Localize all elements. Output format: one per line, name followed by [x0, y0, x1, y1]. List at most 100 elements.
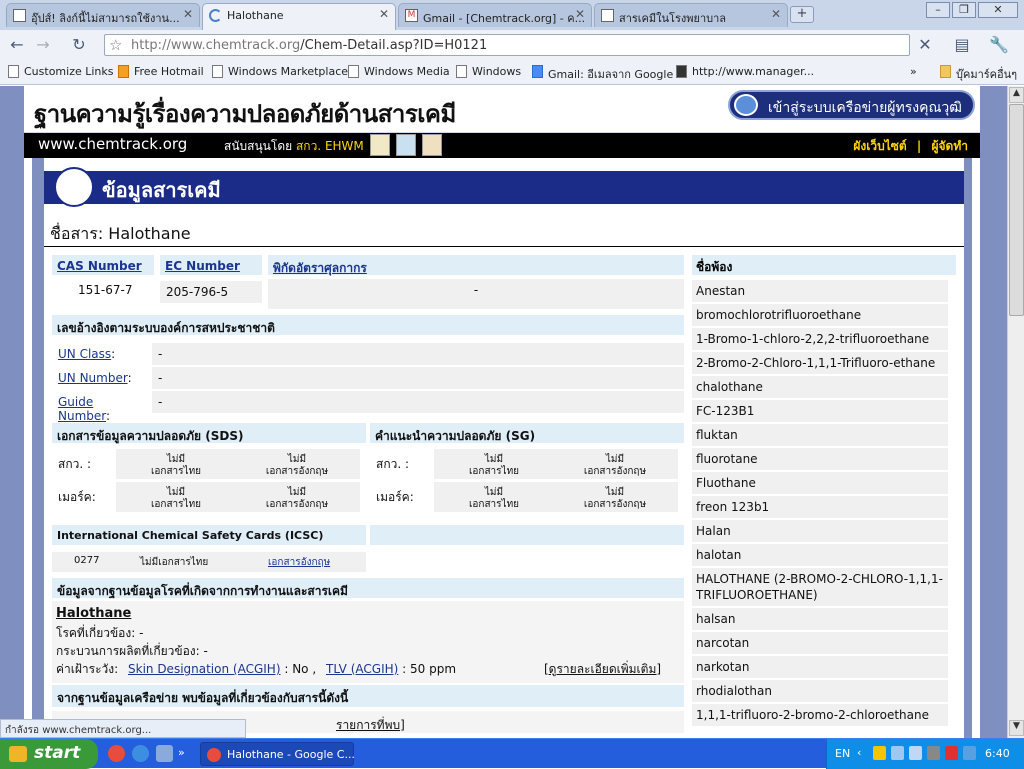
bookmark-gmail[interactable]: Gmail: อีเมลจาก Google [530, 65, 673, 83]
close-icon[interactable]: ✕ [379, 7, 389, 21]
close-icon[interactable]: ✕ [183, 7, 193, 21]
tab-hospital-chemicals[interactable]: สารเคมีในโรงพยาบาล ✕ [594, 3, 788, 27]
forward-button[interactable]: → [32, 35, 54, 55]
occ-heading: ข้อมูลจากฐานข้อมูลโรคที่เกิดจากการทำงานแ… [52, 578, 684, 598]
sponsor-logo-3 [422, 134, 442, 156]
customs-header: พิกัดอัตราศุลกากร [268, 255, 684, 275]
stop-button[interactable]: ✕ [914, 35, 936, 55]
bookmark-windows[interactable]: Windows [454, 65, 521, 78]
bookmarks-overflow-icon[interactable]: » [910, 65, 917, 78]
customs-code-link[interactable]: พิกัดอัตราศุลกากร [273, 261, 367, 275]
network-results-link[interactable]: รายการที่พบ] [336, 716, 405, 735]
expert-network-login-button[interactable]: เข้าสู่ระบบเครือข่ายผู้ทรงคุณวุฒิ [728, 90, 975, 120]
wrench-icon[interactable]: 🔧 [984, 35, 1014, 55]
un-class-link[interactable]: UN Class [58, 347, 111, 361]
google-icon [532, 65, 543, 78]
bookmark-manager[interactable]: http://www.manager... [674, 65, 814, 78]
chemical-info-banner: ข้อมูลสารเคมี [44, 167, 964, 207]
chrome-icon[interactable] [108, 745, 125, 762]
icsc-heading: International Chemical Safety Cards (ICS… [52, 525, 366, 545]
new-tab-button[interactable]: + [790, 6, 814, 23]
synonym-item: narkotan [692, 656, 948, 678]
un-number-link[interactable]: UN Number [58, 371, 128, 385]
star-icon[interactable]: ☆ [109, 36, 122, 54]
skin-designation-link[interactable]: Skin Designation (ACGIH) [128, 662, 281, 676]
more-details-link[interactable]: [ดูรายละเอียดเพิ่มเติม] [544, 660, 661, 679]
tab-halothane[interactable]: Halothane ✕ [202, 3, 396, 30]
bookmark-free-hotmail[interactable]: Free Hotmail [116, 65, 204, 78]
tab-gmail[interactable]: M Gmail - [Chemtrack.org] - ค... ✕ [398, 3, 592, 27]
icsc-thai: ไม่มีเอกสารไทย [140, 557, 209, 568]
bookmark-customize-links[interactable]: Customize Links [6, 65, 114, 78]
close-icon[interactable]: ✕ [771, 7, 781, 21]
ec-number-link[interactable]: EC Number [165, 259, 240, 273]
gmail-icon: M [405, 9, 418, 22]
synonym-item: fluorotane [692, 448, 948, 470]
close-window-button[interactable]: ✕ [978, 2, 1018, 18]
page-menu-icon[interactable]: ▤ [948, 35, 976, 55]
back-button[interactable]: ← [6, 35, 28, 55]
quicklaunch-overflow-icon[interactable]: » [178, 746, 185, 759]
synonym-item: narcotan [692, 632, 948, 654]
content-panel: ข้อมูลสารเคมี ชื่อสาร: Halothane CAS Num… [44, 158, 964, 738]
sg-row1-thai: ไม่มี เอกสารไทย [468, 454, 520, 477]
guide-number-label-cell: Guide Number: [52, 391, 148, 423]
loading-icon [209, 9, 222, 22]
guide-number-link[interactable]: Guide Number [58, 395, 106, 423]
page-icon [8, 65, 19, 78]
ie-icon[interactable] [132, 745, 149, 762]
scroll-thumb[interactable] [1009, 104, 1024, 316]
tab-error-page[interactable]: อุ๊ปส์! ลิงก์นี้ไม่สามารถใช้งาน... ✕ [6, 3, 200, 27]
site-page: ฐานความรู้เรื่องความปลอดภัยด้านสารเคมี เ… [24, 86, 980, 738]
ec-value: 205-796-5 [160, 281, 262, 303]
synonym-item: FC-123B1 [692, 400, 948, 422]
site-nav-bar: www.chemtrack.org สนับสนุนโดย สกว. EHWM … [24, 133, 980, 158]
un-number-label-cell: UN Number: [52, 367, 148, 389]
substance-name: ชื่อสาร: Halothane [50, 224, 191, 243]
tlv-link[interactable]: TLV (ACGIH) [326, 662, 398, 676]
icsc-row: 0277 ไม่มีเอกสารไทย เอกสารอังกฤษ [52, 552, 366, 572]
browser-toolbar: ← → ↻ ☆ http://www.chemtrack.org/Chem-De… [0, 30, 1024, 60]
tray-expand-icon[interactable]: ‹ [857, 746, 861, 759]
network-icon[interactable] [891, 746, 904, 760]
synonym-item: halsan [692, 608, 948, 630]
minimize-button[interactable]: – [926, 2, 950, 18]
cas-value: 151-67-7 [52, 279, 154, 305]
scroll-down-icon[interactable]: ▼ [1009, 720, 1024, 736]
synonym-item: Anestan [692, 280, 948, 302]
cas-number-link[interactable]: CAS Number [57, 259, 142, 273]
bookmark-other[interactable]: บุ๊คมาร์คอื่นๆ [938, 65, 1017, 83]
page-scrollbar[interactable]: ▲ ▼ [1007, 86, 1024, 738]
occ-halothane-link[interactable]: Halothane [56, 606, 131, 621]
display-icon[interactable] [909, 746, 922, 760]
shield-icon[interactable] [873, 746, 886, 760]
language-indicator[interactable]: EN [835, 747, 850, 760]
scroll-up-icon[interactable]: ▲ [1009, 87, 1024, 103]
synonym-item: Halan [692, 520, 948, 542]
sds-row1-english: ไม่มี เอกสารอังกฤษ [265, 454, 329, 477]
bookmark-windows-media[interactable]: Windows Media [346, 65, 450, 78]
sg-heading: คำแนะนำความปลอดภัย (SG) [370, 423, 684, 443]
ec-header: EC Number [160, 255, 262, 275]
antivirus-icon[interactable] [945, 746, 958, 760]
synonym-item: 1-Bromo-1-chloro-2,2,2-trifluoroethane [692, 328, 948, 350]
update-icon[interactable] [963, 746, 976, 760]
address-bar[interactable]: ☆ http://www.chemtrack.org/Chem-Detail.a… [104, 34, 910, 56]
icsc-english-link[interactable]: เอกสารอังกฤษ [268, 555, 330, 570]
bookmark-windows-marketplace[interactable]: Windows Marketplace [210, 65, 348, 78]
maximize-button[interactable]: ❐ [952, 2, 976, 18]
status-bubble: กำลังรอ www.chemtrack.org... [0, 719, 246, 738]
start-button[interactable]: start [0, 739, 98, 769]
site-url: www.chemtrack.org [38, 135, 188, 153]
cas-header: CAS Number [52, 255, 154, 275]
admin-link[interactable]: ผู้จัดทำ [931, 139, 968, 153]
taskbar-task-chrome[interactable]: Halothane - Google C... [200, 742, 355, 766]
synonym-item: halotan [692, 544, 948, 566]
sds-row2-thai: ไม่มี เอกสารไทย [150, 487, 202, 510]
sitemap-link[interactable]: ผังเว็บไซต์ [853, 139, 906, 153]
show-desktop-icon[interactable] [156, 745, 173, 762]
reload-button[interactable]: ↻ [68, 35, 90, 55]
close-icon[interactable]: ✕ [575, 7, 585, 21]
synonym-item: freon 123b1 [692, 496, 948, 518]
speaker-icon[interactable] [927, 746, 940, 760]
